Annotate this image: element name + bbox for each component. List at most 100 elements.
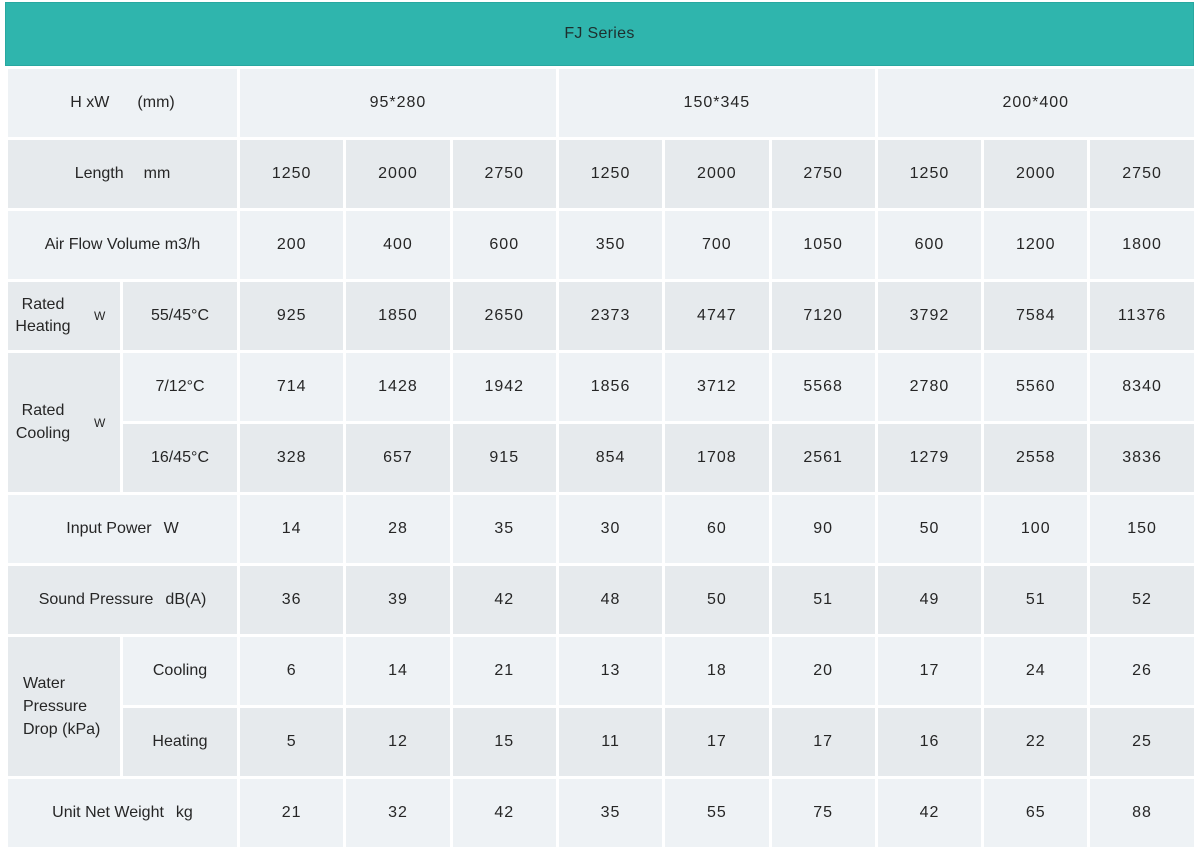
row-rated-cooling-1: Rated Cooling W 7/12°C 714 1428 1942 185… — [7, 352, 1196, 423]
length-value-cell: 2000 — [345, 139, 451, 210]
rated-heating-value-cell: 925 — [239, 281, 345, 352]
rated-heating-value-cell: 11376 — [1089, 281, 1195, 352]
water-pressure-value-cell: 17 — [876, 636, 982, 707]
rated-cooling-value-cell: 854 — [557, 423, 663, 494]
rated-heating-condition: 55/45°C — [122, 281, 239, 352]
rated-heating-value-cell: 3792 — [876, 281, 982, 352]
input-power-value-cell: 150 — [1089, 494, 1195, 565]
air-flow-value-cell: 600 — [451, 210, 557, 281]
water-pressure-value-cell: 22 — [983, 707, 1089, 778]
input-power-value-cell: 100 — [983, 494, 1089, 565]
air-flow-value-cell: 1800 — [1089, 210, 1195, 281]
input-power-unit: W — [164, 520, 179, 537]
rated-heating-value-cell: 4747 — [664, 281, 770, 352]
rated-cooling-unit: W — [94, 416, 105, 430]
rated-cooling-value-cell: 5568 — [770, 352, 876, 423]
sound-pressure-value-cell: 50 — [664, 565, 770, 636]
dimensions-unit: (mm) — [137, 94, 174, 111]
row-label-rated-heating: Rated Heating W — [7, 281, 122, 352]
length-value-cell: 1250 — [557, 139, 663, 210]
input-power-value-cell: 90 — [770, 494, 876, 565]
water-pressure-value-cell: 6 — [239, 636, 345, 707]
row-label-input-power: Input Power W — [7, 494, 239, 565]
sound-pressure-value-cell: 42 — [451, 565, 557, 636]
row-dimensions: H xW(mm) 95*280 150*345 200*400 — [7, 68, 1196, 139]
unit-net-weight-value-cell: 21 — [239, 778, 345, 849]
unit-net-weight-unit: kg — [176, 804, 193, 821]
rated-cooling-value-cell: 1942 — [451, 352, 557, 423]
length-value-cell: 2750 — [451, 139, 557, 210]
row-label-air-flow: Air Flow Volume m3/h — [7, 210, 239, 281]
sound-pressure-value-cell: 49 — [876, 565, 982, 636]
row-water-pressure-heating: Heating 5 12 15 11 17 17 16 22 25 — [7, 707, 1196, 778]
unit-net-weight-value-cell: 42 — [876, 778, 982, 849]
rated-cooling-value-cell: 1856 — [557, 352, 663, 423]
sound-pressure-value-cell: 36 — [239, 565, 345, 636]
input-power-value-cell: 28 — [345, 494, 451, 565]
water-pressure-value-cell: 24 — [983, 636, 1089, 707]
water-pressure-value-cell: 17 — [770, 707, 876, 778]
sound-pressure-value-cell: 39 — [345, 565, 451, 636]
sound-pressure-value-cell: 52 — [1089, 565, 1195, 636]
rated-heating-value-cell: 7120 — [770, 281, 876, 352]
rated-cooling-condition: 16/45°C — [122, 423, 239, 494]
air-flow-value-cell: 1200 — [983, 210, 1089, 281]
rated-cooling-value-cell: 1279 — [876, 423, 982, 494]
rated-cooling-value-cell: 915 — [451, 423, 557, 494]
rated-cooling-value-cell: 2780 — [876, 352, 982, 423]
unit-net-weight-label: Unit Net Weight — [52, 804, 164, 821]
water-pressure-value-cell: 12 — [345, 707, 451, 778]
row-label-rated-cooling: Rated Cooling W — [7, 352, 122, 494]
length-value-cell: 1250 — [239, 139, 345, 210]
rated-cooling-value-cell: 657 — [345, 423, 451, 494]
unit-net-weight-value-cell: 35 — [557, 778, 663, 849]
rated-cooling-label: Rated Cooling — [8, 400, 78, 445]
water-pressure-drop-label: Water Pressure Drop (kPa) — [23, 672, 105, 742]
air-flow-value-cell: 400 — [345, 210, 451, 281]
dimension-group-cell: 200*400 — [876, 68, 1195, 139]
water-pressure-mode: Cooling — [122, 636, 239, 707]
unit-net-weight-value-cell: 42 — [451, 778, 557, 849]
row-rated-cooling-2: 16/45°C 328 657 915 854 1708 2561 1279 2… — [7, 423, 1196, 494]
unit-net-weight-value-cell: 65 — [983, 778, 1089, 849]
input-power-value-cell: 35 — [451, 494, 557, 565]
row-air-flow: Air Flow Volume m3/h 200 400 600 350 700… — [7, 210, 1196, 281]
row-input-power: Input PowerW 14 28 35 30 60 90 50 100 15… — [7, 494, 1196, 565]
rated-cooling-value-cell: 8340 — [1089, 352, 1195, 423]
water-pressure-value-cell: 20 — [770, 636, 876, 707]
unit-net-weight-value-cell: 32 — [345, 778, 451, 849]
row-rated-heating: Rated Heating W 55/45°C 925 1850 2650 23… — [7, 281, 1196, 352]
input-power-value-cell: 30 — [557, 494, 663, 565]
series-title: FJ Series — [564, 25, 634, 43]
water-pressure-value-cell: 21 — [451, 636, 557, 707]
unit-net-weight-value-cell: 75 — [770, 778, 876, 849]
rated-heating-value-cell: 2650 — [451, 281, 557, 352]
input-power-value-cell: 50 — [876, 494, 982, 565]
length-value-cell: 2000 — [664, 139, 770, 210]
sound-pressure-value-cell: 48 — [557, 565, 663, 636]
length-value-cell: 1250 — [876, 139, 982, 210]
rated-heating-label: Rated Heating — [8, 294, 78, 339]
rated-cooling-value-cell: 714 — [239, 352, 345, 423]
row-label-water-pressure-drop: Water Pressure Drop (kPa) — [7, 636, 122, 778]
rated-heating-value-cell: 2373 — [557, 281, 663, 352]
row-length: Lengthmm 1250 2000 2750 1250 2000 2750 1… — [7, 139, 1196, 210]
length-value-cell: 2750 — [1089, 139, 1195, 210]
row-unit-net-weight: Unit Net Weightkg 21 32 42 35 55 75 42 6… — [7, 778, 1196, 849]
water-pressure-value-cell: 15 — [451, 707, 557, 778]
water-pressure-value-cell: 18 — [664, 636, 770, 707]
rated-cooling-condition: 7/12°C — [122, 352, 239, 423]
input-power-label: Input Power — [66, 520, 151, 537]
rated-cooling-value-cell: 3712 — [664, 352, 770, 423]
rated-cooling-value-cell: 3836 — [1089, 423, 1195, 494]
sound-pressure-label: Sound Pressure — [39, 591, 154, 608]
spec-table: H xW(mm) 95*280 150*345 200*400 Lengthmm… — [5, 66, 1197, 850]
air-flow-value-cell: 700 — [664, 210, 770, 281]
length-value-cell: 2750 — [770, 139, 876, 210]
air-flow-value-cell: 200 — [239, 210, 345, 281]
rated-cooling-value-cell: 2561 — [770, 423, 876, 494]
air-flow-value-cell: 1050 — [770, 210, 876, 281]
length-value-cell: 2000 — [983, 139, 1089, 210]
air-flow-value-cell: 600 — [876, 210, 982, 281]
rated-cooling-value-cell: 1428 — [345, 352, 451, 423]
